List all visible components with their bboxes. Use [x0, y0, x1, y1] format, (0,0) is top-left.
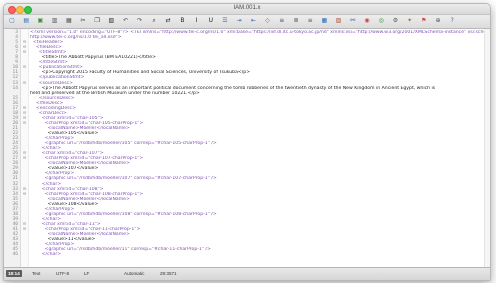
- list-icon[interactable]: ☰: [221, 17, 229, 25]
- undo-icon[interactable]: ↶: [122, 17, 130, 25]
- find-icon[interactable]: ⌕: [150, 17, 158, 25]
- underline-icon[interactable]: U: [207, 17, 215, 25]
- status-bar: 18:14 Text UTF-8 LF Automatic 29:3571: [4, 267, 490, 280]
- table-icon[interactable]: ▦: [320, 17, 328, 25]
- line-number: 46: [12, 252, 18, 258]
- fold-toggle-icon[interactable]: ⊖: [22, 65, 27, 71]
- fold-toggle-icon[interactable]: ⊖: [22, 121, 27, 127]
- zoom-icon[interactable]: ⊕: [434, 17, 442, 25]
- vertical-scrollbar[interactable]: [484, 29, 490, 268]
- cursor-position[interactable]: 18:14: [6, 270, 22, 277]
- code-editor[interactable]: 3 4 5 6 7 8 9 10 11 12 13 14 15 16 17 18 19 20 21 22 23 24 25 2…: [4, 29, 490, 268]
- indent-icon[interactable]: ⇥: [235, 17, 243, 25]
- image-icon[interactable]: ▨: [335, 17, 343, 25]
- settings-icon[interactable]: ⚙: [391, 17, 399, 25]
- code-line[interactable]: </char>: [30, 252, 484, 258]
- title-bar: IAM.001.x: [4, 4, 490, 15]
- new-document-icon[interactable]: ▢: [8, 17, 16, 25]
- redo-icon[interactable]: ↷: [136, 17, 144, 25]
- window-title: IAM.001.x: [233, 5, 261, 11]
- fold-toggle-icon[interactable]: ⊖: [22, 81, 27, 87]
- align-right-icon[interactable]: ≡: [306, 17, 314, 25]
- paste-icon[interactable]: ▧: [107, 17, 115, 25]
- cut-icon[interactable]: ✂: [79, 17, 87, 25]
- save-icon[interactable]: ▣: [36, 17, 44, 25]
- italic-icon[interactable]: I: [193, 17, 201, 25]
- align-center-icon[interactable]: ≣: [292, 17, 300, 25]
- document-stats: 29:3571: [160, 271, 177, 276]
- toolbar: ▢ ▤ ▣ ▥ ▦ ✂ ❐ ▧ ↶ ↷ ⌕ ⇄ B I U ☰ ⇥ ⇤ ◇ ≡ ≣ ≡ ▦ ▨ ⚯ ◉ ◎ ⚙ ✦ ⚑ ⊕?: [4, 15, 490, 29]
- editor-window: IAM.001.x ▢ ▤ ▣ ▥ ▦ ✂ ❐ ▧ ↶ ↷ ⌕ ⇄ B I U ☰ ⇥ ⇤ ◇ ≡ ≣ ≡ ▦ ▨ ⚯ ◉ ◎ ⚙ ✦ ⚑…: [3, 3, 491, 281]
- palette-icon[interactable]: ✦: [406, 17, 414, 25]
- line-endings[interactable]: LF: [84, 271, 89, 277]
- outdent-icon[interactable]: ⇤: [249, 17, 257, 25]
- fold-toggle-icon[interactable]: ⊖: [22, 156, 27, 162]
- syntax-mode[interactable]: Text: [32, 271, 40, 277]
- align-left-icon[interactable]: ≡: [278, 17, 286, 25]
- fold-toggle-icon[interactable]: ⊖: [22, 227, 27, 233]
- tag-icon[interactable]: ◇: [264, 17, 272, 25]
- copy-icon[interactable]: ❐: [93, 17, 101, 25]
- link-icon[interactable]: ⚯: [349, 17, 357, 25]
- bookmark-icon[interactable]: ⚑: [420, 17, 428, 25]
- color-icon[interactable]: ◉: [363, 17, 371, 25]
- indent-mode[interactable]: Automatic: [124, 271, 144, 277]
- line-number-gutter: 3 4 5 6 7 8 9 10 11 12 13 14 15 16 17 18 19 20 21 22 23 24 25 2…: [4, 29, 21, 268]
- document-icon[interactable]: ▦: [65, 17, 73, 25]
- replace-icon[interactable]: ⇄: [164, 17, 172, 25]
- text-encoding[interactable]: UTF-8: [56, 271, 69, 277]
- fold-toggle-icon[interactable]: ⊖: [22, 50, 27, 56]
- open-icon[interactable]: ▤: [22, 17, 30, 25]
- print-icon[interactable]: ▥: [51, 17, 59, 25]
- bold-icon[interactable]: B: [178, 17, 186, 25]
- fold-toggle-icon[interactable]: ⊖: [22, 192, 27, 198]
- help-icon[interactable]: ?: [448, 17, 456, 25]
- preview-icon[interactable]: ◎: [377, 17, 385, 25]
